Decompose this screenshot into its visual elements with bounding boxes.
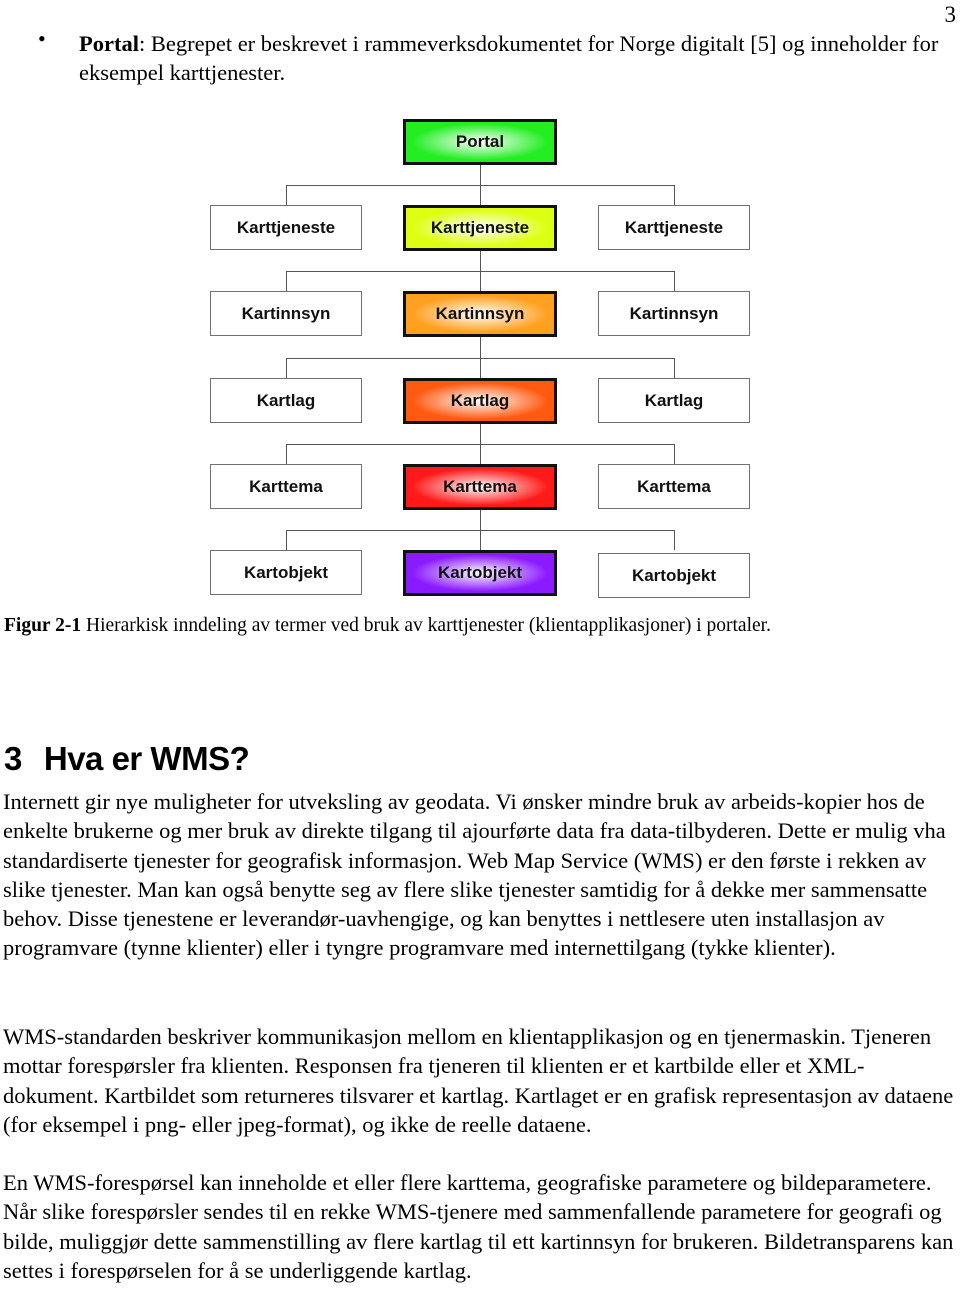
paragraph-wms-standard: WMS-standarden beskriver kommunikasjon m… — [3, 1024, 954, 1137]
connector-right — [674, 444, 675, 464]
diagram-node-left-kartlag: Kartlag — [210, 378, 362, 423]
connector-horizontal — [286, 271, 675, 272]
diagram-node-right-kartinnsyn: Kartinnsyn — [598, 291, 750, 336]
hierarchy-diagram: Portal Karttjeneste Kartinnsyn Kartlag Kartt… — [0, 0, 960, 610]
section-heading: 3 Hva er WMS? — [4, 740, 250, 778]
connector-left — [286, 530, 287, 550]
connector-horizontal — [286, 185, 675, 186]
connector-horizontal — [286, 530, 675, 531]
diagram-node-left-kartinnsyn: Kartinnsyn — [210, 291, 362, 336]
connector-right — [674, 185, 675, 205]
diagram-node-center-karttjeneste: Karttjeneste — [403, 205, 557, 251]
paragraph-intro: Internett gir nye muligheter for utveksl… — [3, 789, 946, 961]
diagram-node-center-kartlag: Kartlag — [403, 378, 557, 424]
section-title: Hva er WMS? — [43, 740, 250, 777]
paragraph-wms-request: En WMS-forespørsel kan inneholde et elle… — [3, 1170, 954, 1283]
diagram-node-center-karttema: Karttema — [403, 464, 557, 510]
connector-left — [286, 444, 287, 464]
diagram-node-right-karttema: Karttema — [598, 464, 750, 509]
connector-right — [674, 358, 675, 378]
diagram-node-left-karttema: Karttema — [210, 464, 362, 509]
diagram-node-right-karttjeneste: Karttjeneste — [598, 205, 750, 250]
diagram-node-left-karttjeneste: Karttjeneste — [210, 205, 362, 250]
connector-left — [286, 185, 287, 205]
diagram-node-center-portal: Portal — [403, 119, 557, 165]
diagram-node-left-kartobjekt: Kartobjekt — [210, 550, 362, 595]
diagram-node-right-kartobjekt: Kartobjekt — [598, 553, 750, 598]
diagram-node-center-kartobjekt: Kartobjekt — [403, 550, 557, 596]
figure-caption-text: Hierarkisk inndeling av termer ved bruk … — [81, 615, 771, 636]
figure-caption: Figur 2-1 Hierarkisk inndeling av termer… — [4, 615, 771, 637]
connector-left — [286, 271, 287, 291]
diagram-node-right-kartlag: Kartlag — [598, 378, 750, 423]
figure-label: Figur 2-1 — [4, 615, 82, 636]
connector-right — [674, 271, 675, 291]
connector-horizontal — [286, 444, 675, 445]
connector-horizontal — [286, 358, 675, 359]
diagram-node-center-kartinnsyn: Kartinnsyn — [403, 291, 557, 337]
connector-right — [674, 530, 675, 550]
connector-left — [286, 358, 287, 378]
section-number: 3 — [4, 740, 22, 777]
